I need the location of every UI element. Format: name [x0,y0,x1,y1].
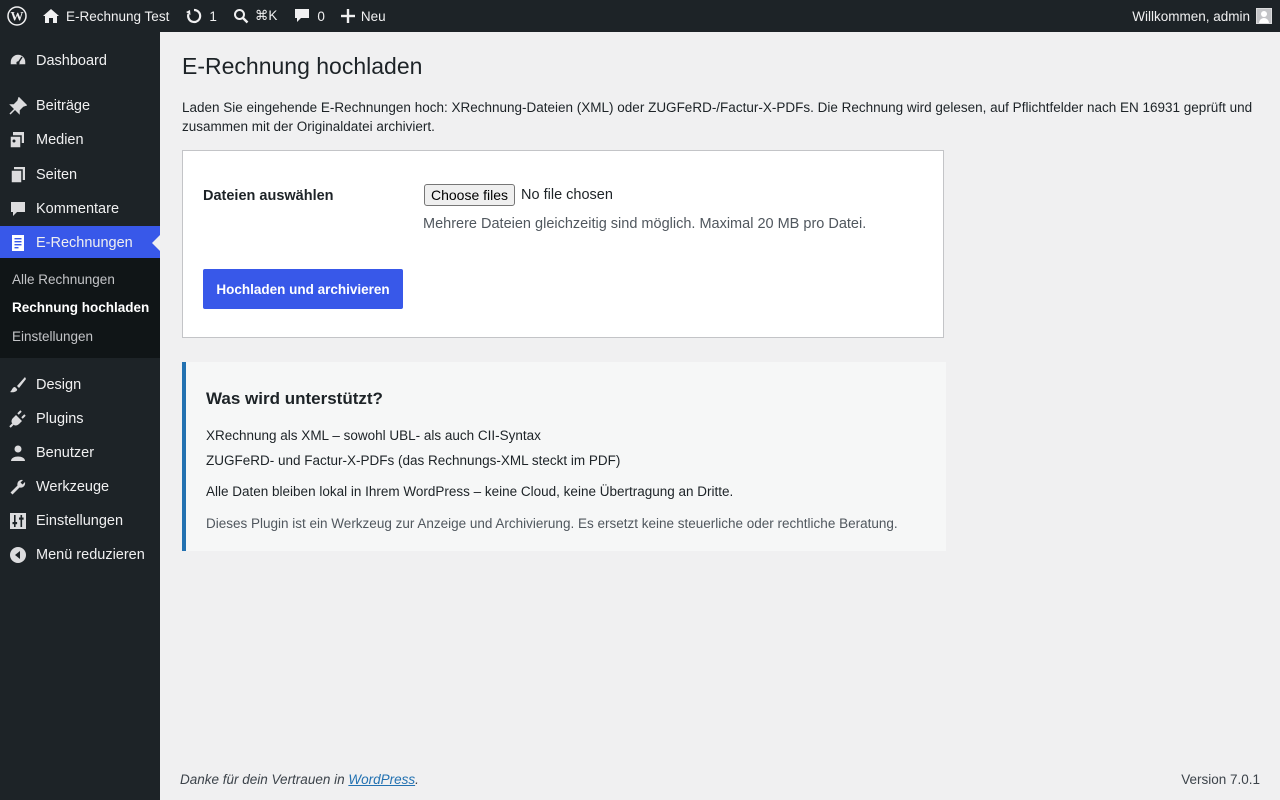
updates-link[interactable]: 1 [177,0,225,32]
notice-line-local-data: Alle Daten bleiben lokal in Ihrem WordPr… [206,484,734,499]
sidebar-item-label: Design [36,377,82,393]
sidebar-item-label: Beiträge [36,98,91,114]
new-label: Neu [360,8,386,24]
comments-link[interactable]: 0 [285,0,333,32]
svg-text:W: W [11,9,24,24]
notice-line-xrechnung: XRechnung als XML – sowohl UBL- als auch… [206,428,541,443]
admin-sidebar: Dashboard Beiträge Medien Seiten Komment… [0,32,160,800]
avatar [1256,8,1272,24]
sidebar-item-tools[interactable]: Werkzeuge [0,470,160,504]
file-status: No file chosen [521,187,613,203]
sidebar-item-label: Benutzer [36,445,95,461]
wordpress-link[interactable]: WordPress [348,772,415,787]
notice-line-zugferd: ZUGFeRD- und Factur-X-PDFs (das Rechnung… [206,453,621,468]
user-icon [0,444,36,462]
sidebar-item-media[interactable]: Medien [0,123,160,157]
new-content-link[interactable]: Neu [333,0,394,32]
media-icon [0,131,36,149]
sidebar-item-label: Medien [36,132,84,148]
file-hint: Mehrere Dateien gleichzeitig sind möglic… [423,216,867,232]
sidebar-item-dashboard[interactable]: Dashboard [0,44,160,78]
sidebar-item-users[interactable]: Benutzer [0,436,160,470]
settings-icon [0,512,36,530]
wordpress-logo-icon[interactable]: W [0,0,34,32]
footer-thanks: Danke für dein Vertrauen in WordPress. [180,772,419,787]
dashboard-icon [0,52,36,70]
sidebar-item-comments[interactable]: Kommentare [0,192,160,226]
site-name: E-Rechnung Test [66,8,170,24]
sidebar-item-label: E-Rechnungen [36,235,133,251]
submenu-item-all-invoices[interactable]: Alle Rechnungen [12,272,115,287]
notice-disclaimer: Dieses Plugin ist ein Werkzeug zur Anzei… [206,516,898,531]
sidebar-item-label: Dashboard [36,53,107,69]
footer-thanks-suffix: . [415,772,419,787]
upload-archive-button[interactable]: Hochladen und archivieren [203,269,403,309]
sidebar-item-label: Werkzeuge [36,479,110,495]
footer-thanks-prefix: Danke für dein Vertrauen in [180,772,349,787]
sidebar-item-label: Plugins [36,411,84,427]
search-shortcut: ⌘K [254,8,278,23]
collapse-menu-button[interactable]: Menü reduzieren [0,538,160,572]
file-input[interactable]: Choose files No file chosen [424,184,613,206]
sidebar-item-label: Menü reduzieren [36,547,145,563]
updates-icon [186,8,202,24]
supported-formats-notice: Was wird unterstützt? XRechnung als XML … [182,362,946,551]
pin-icon [0,97,36,115]
e-rechnungen-submenu: Alle Rechnungen Rechnung hochladen Einst… [0,258,160,358]
collapse-icon [0,546,36,564]
admin-bar: W E-Rechnung Test 1 ⌘K 0 Neu Willkommen,… [0,0,1280,32]
plugin-icon [0,410,36,428]
sidebar-item-e-rechnungen[interactable]: E-Rechnungen [0,226,160,260]
upload-form-card: Dateien auswählen Choose files No file c… [182,150,944,338]
sidebar-item-settings[interactable]: Einstellungen [0,504,160,538]
sidebar-item-label: Kommentare [36,201,120,217]
comment-icon [0,200,36,218]
notice-heading: Was wird unterstützt? [206,389,383,408]
pages-icon [0,166,36,184]
brush-icon [0,376,36,394]
footer-version: Version 7.0.1 [1181,772,1260,787]
sidebar-item-design[interactable]: Design [0,368,160,402]
wrench-icon [0,478,36,496]
sidebar-item-label: Seiten [36,167,78,183]
sidebar-item-plugins[interactable]: Plugins [0,402,160,436]
home-icon [43,9,59,23]
command-search-link[interactable]: ⌘K [225,0,286,32]
page-intro: Laden Sie eingehende E-Rechnungen hoch: … [182,100,1253,134]
comments-count: 0 [317,8,325,24]
sidebar-item-label: Einstellungen [36,513,124,529]
page-title: E-Rechnung hochladen [182,53,423,79]
site-name-link[interactable]: E-Rechnung Test [34,0,177,32]
plus-icon [340,9,355,23]
updates-count: 1 [209,8,217,24]
search-icon [233,9,249,24]
greeting: Willkommen, admin [1132,8,1250,24]
account-menu[interactable]: Willkommen, admin [1132,8,1280,24]
file-field-label: Dateien auswählen [203,188,334,204]
invoice-icon [0,234,36,252]
sidebar-item-pages[interactable]: Seiten [0,158,160,192]
submenu-item-upload-invoice[interactable]: Rechnung hochladen [12,300,149,315]
comment-icon [295,9,310,22]
choose-files-button[interactable]: Choose files [424,184,516,206]
submenu-item-settings[interactable]: Einstellungen [12,329,93,344]
sidebar-item-posts[interactable]: Beiträge [0,89,160,123]
